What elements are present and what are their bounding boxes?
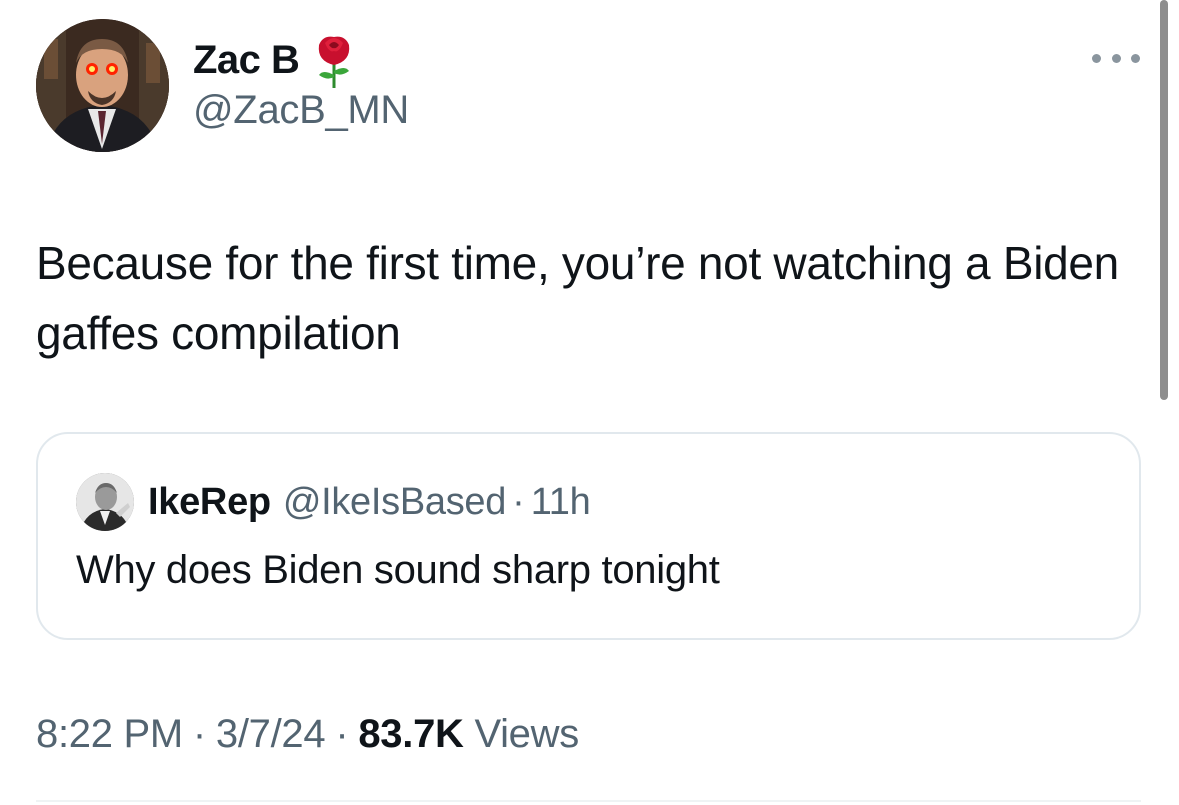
quoted-handle[interactable]: @IkeIsBased [283,481,507,524]
quoted-tweet-header: IkeRep @IkeIsBased · 11h [76,472,591,532]
meta-separator: · [192,712,206,756]
more-options-button[interactable] [1092,44,1140,72]
author-avatar[interactable] [36,19,169,152]
tweet-detail: Zac B @ZacB_MN Because for the first tim… [0,0,1179,805]
quoted-timestamp[interactable]: 11h [531,481,591,524]
author-handle[interactable]: @ZacB_MN [193,88,409,133]
quoted-author-avatar[interactable] [76,473,134,531]
quoted-tweet-text: Why does Biden sound sharp tonight [76,548,720,592]
more-dot-icon [1111,53,1121,63]
more-dot-icon [1092,53,1101,63]
quoted-tweet-card[interactable]: IkeRep @IkeIsBased · 11h Why does Biden … [36,432,1141,640]
quoted-separator: · [512,480,525,523]
views-count[interactable]: 83.7K [358,712,464,756]
tweet-meta: 8:22 PM · 3/7/24 · 83.7K Views [36,712,579,757]
more-dot-icon [1131,53,1140,63]
tweet-time[interactable]: 8:22 PM [36,712,183,756]
author-avatar-image [36,19,169,152]
tweet-date[interactable]: 3/7/24 [216,712,326,756]
rose-icon [311,31,357,89]
scrollbar-thumb[interactable] [1160,0,1168,400]
quoted-avatar-image [76,473,134,531]
quoted-display-name[interactable]: IkeRep [148,481,271,524]
meta-separator: · [335,712,349,756]
author-name-row[interactable]: Zac B [193,30,357,90]
author-display-name[interactable]: Zac B [193,38,300,83]
views-label[interactable]: Views [474,712,579,756]
divider [36,800,1141,802]
tweet-text: Because for the first time, you’re not w… [36,237,1119,359]
